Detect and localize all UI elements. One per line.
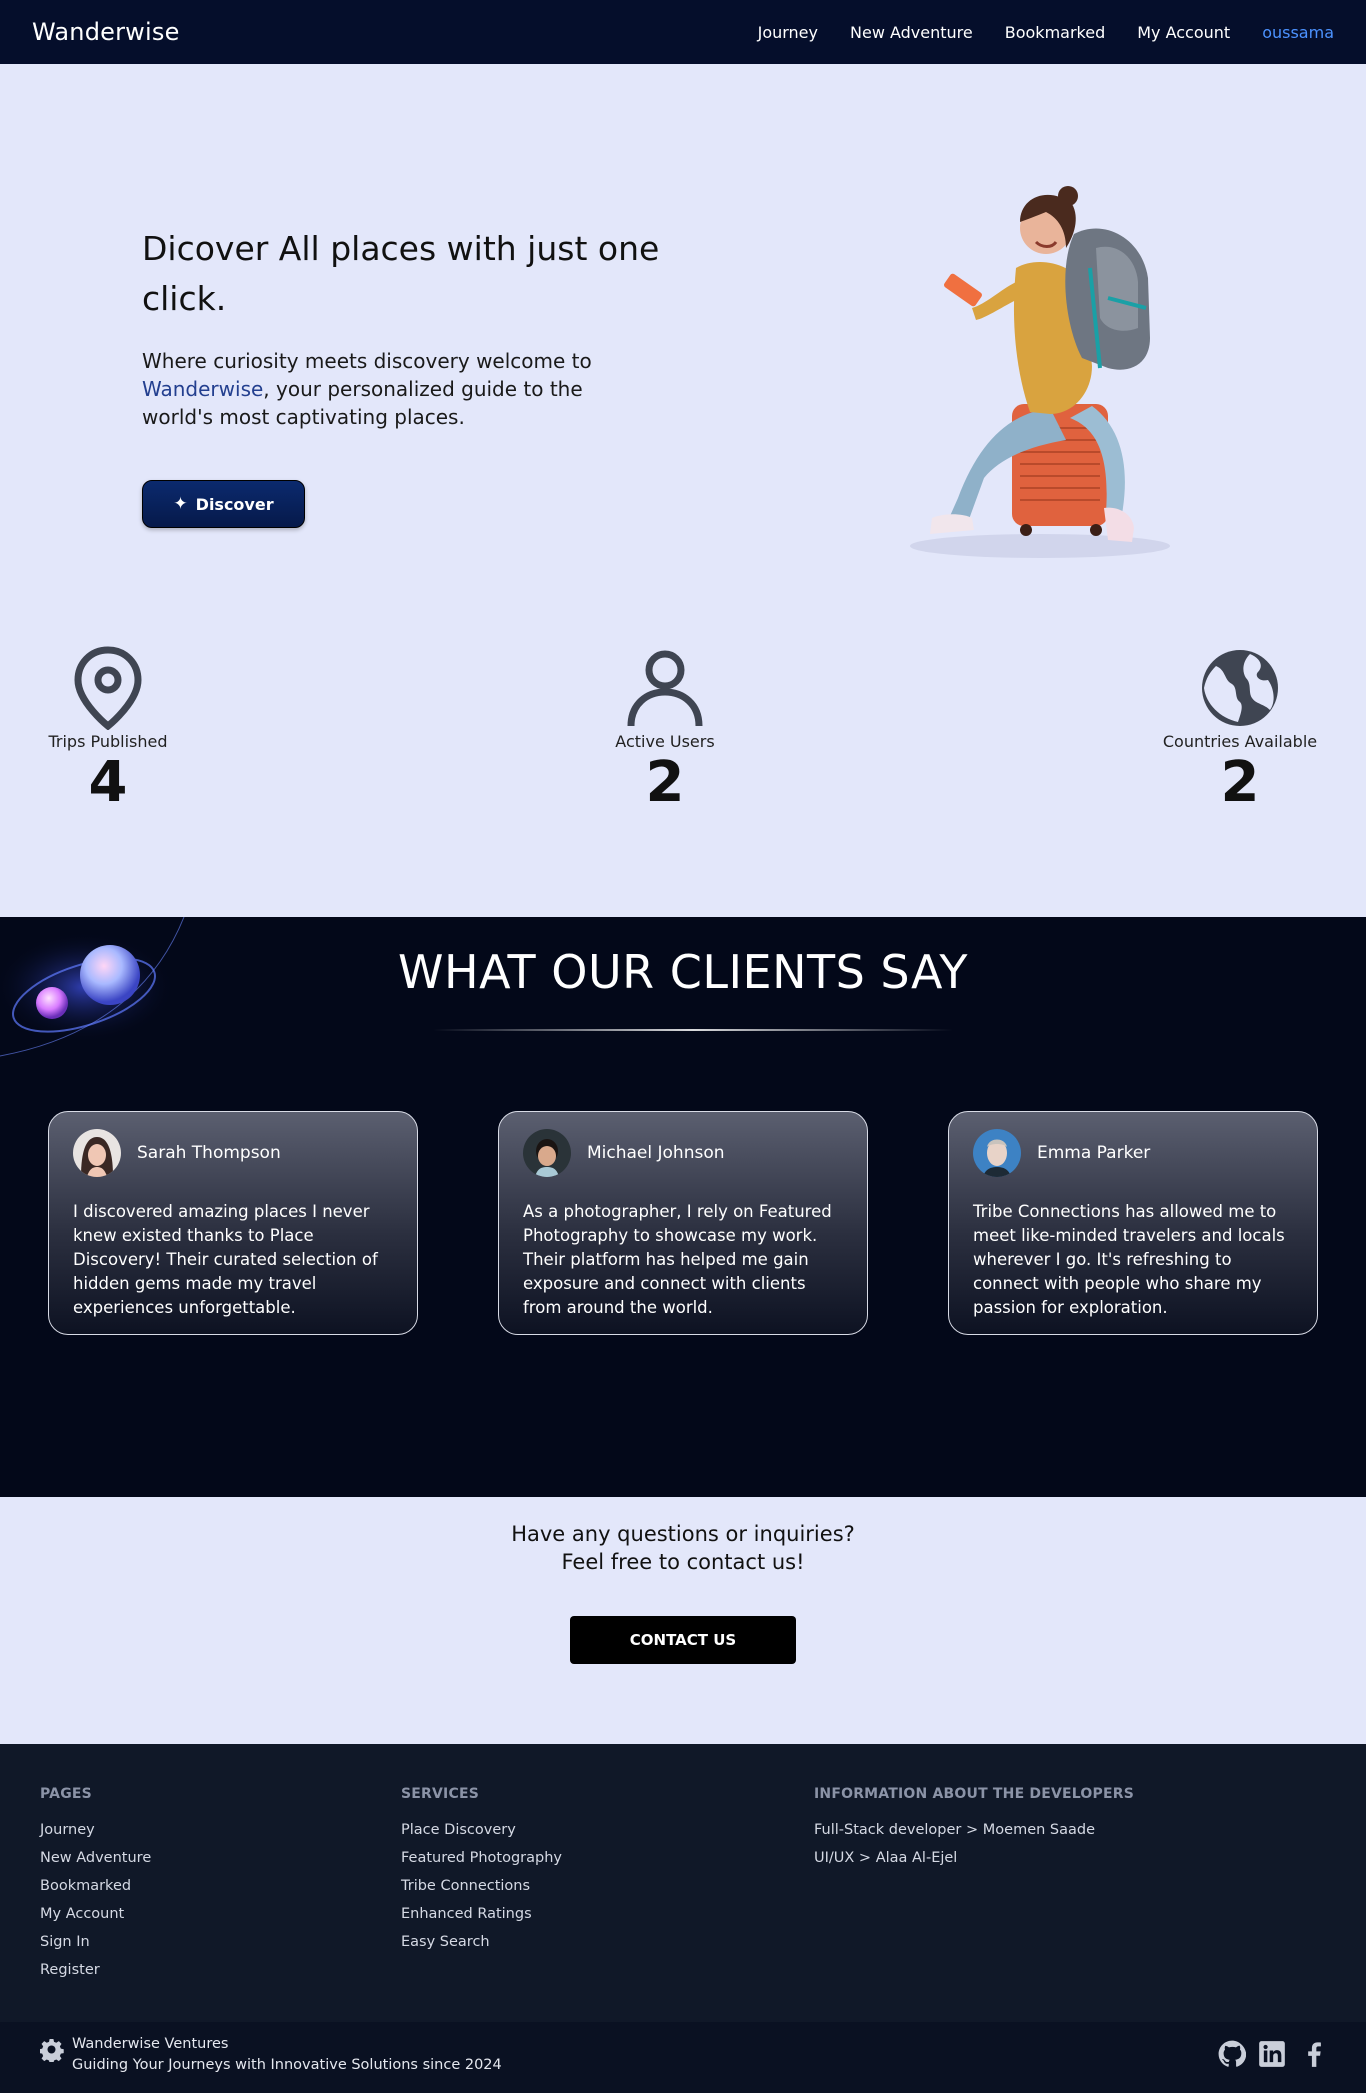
testimonials-title: WHAT OUR CLIENTS SAY (398, 945, 968, 999)
reviewer-name: Emma Parker (1037, 1143, 1151, 1163)
card-header: Michael Johnson (523, 1128, 843, 1178)
footer-link-enhanced-ratings[interactable]: Enhanced Ratings (401, 1900, 562, 1928)
hero-brand-highlight: Wanderwise (142, 377, 264, 401)
discover-button[interactable]: ✦ Discover (142, 480, 305, 528)
reviewer-name: Michael Johnson (587, 1143, 725, 1163)
user-icon (627, 650, 703, 727)
footer-link-featured-photography[interactable]: Featured Photography (401, 1844, 562, 1872)
stat-label: Trips Published (48, 732, 168, 751)
nav-link-my-account[interactable]: My Account (1137, 23, 1230, 42)
avatar (973, 1129, 1021, 1177)
stat-trips-published: Trips Published 4 (18, 646, 198, 815)
footer-heading: INFORMATION ABOUT THE DEVELOPERS (814, 1786, 1134, 1802)
footer-link-bookmarked[interactable]: Bookmarked (40, 1872, 151, 1900)
footer-dev-uiux[interactable]: UI/UX > Alaa Al-Ejel (814, 1844, 1134, 1872)
footer-link-my-account[interactable]: My Account (40, 1900, 151, 1928)
nav-username[interactable]: oussama (1262, 23, 1334, 42)
footer-link-sign-in[interactable]: Sign In (40, 1928, 151, 1956)
map-pin-icon (74, 646, 142, 730)
hero-title: Dicover All places with just one click. (142, 229, 660, 318)
footer-link-place-discovery[interactable]: Place Discovery (401, 1816, 562, 1844)
avatar (523, 1129, 571, 1177)
stat-value: 2 (1220, 750, 1260, 815)
testimonial-text: As a photographer, I rely on Featured Ph… (523, 1202, 832, 1317)
nav-link-journey[interactable]: Journey (758, 23, 818, 42)
nav-links: Journey New Adventure Bookmarked My Acco… (758, 23, 1334, 42)
testimonial-card: Sarah Thompson I discovered amazing plac… (48, 1111, 418, 1335)
hero-description: Where curiosity meets discovery welcome … (142, 347, 622, 431)
hero-text-start: Where curiosity meets discovery welcome … (142, 349, 592, 373)
company-tagline: Guiding Your Journeys with Innovative So… (72, 2057, 502, 2073)
footer-link-easy-search[interactable]: Easy Search (401, 1928, 562, 1956)
brand-logo[interactable]: Wanderwise (32, 18, 180, 46)
top-navbar: Wanderwise Journey New Adventure Bookmar… (0, 0, 1366, 64)
stat-label: Countries Available (1162, 732, 1318, 751)
facebook-icon[interactable] (1300, 2040, 1328, 2068)
linkedin-icon[interactable] (1258, 2040, 1286, 2068)
sparkle-icon: ✦ (173, 494, 188, 514)
traveler-illustration (910, 186, 1170, 558)
testimonial-card: Emma Parker Tribe Connections has allowe… (948, 1111, 1318, 1335)
reviewer-name: Sarah Thompson (137, 1143, 281, 1163)
title-divider (433, 1029, 953, 1031)
globe-icon (1202, 650, 1278, 726)
footer-dev-fullstack[interactable]: Full-Stack developer > Moemen Saade (814, 1816, 1134, 1844)
gear-logo-icon (40, 2038, 64, 2062)
footer-services-column: SERVICES Place Discovery Featured Photog… (401, 1786, 562, 1956)
nav-link-bookmarked[interactable]: Bookmarked (1005, 23, 1105, 42)
avatar (73, 1129, 121, 1177)
discover-button-label: Discover (195, 494, 274, 514)
card-header: Emma Parker (973, 1128, 1293, 1178)
nav-link-new-adventure[interactable]: New Adventure (850, 23, 973, 42)
footer-link-register[interactable]: Register (40, 1956, 151, 1984)
contact-us-button[interactable]: CONTACT US (570, 1616, 796, 1664)
testimonial-card: Michael Johnson As a photographer, I rel… (498, 1111, 868, 1335)
testimonial-text: I discovered amazing places I never knew… (73, 1202, 378, 1317)
stat-countries-available: Countries Available 2 (1150, 646, 1330, 815)
footer-heading: PAGES (40, 1786, 92, 1802)
footer-developers-column: INFORMATION ABOUT THE DEVELOPERS Full-St… (814, 1786, 1134, 1872)
card-header: Sarah Thompson (73, 1128, 393, 1178)
footer-pages-column: PAGES Journey New Adventure Bookmarked M… (40, 1786, 151, 1984)
stat-active-users: Active Users 2 (575, 646, 755, 815)
testimonial-text: Tribe Connections has allowed me to meet… (973, 1202, 1285, 1317)
contact-prompt: Have any questions or inquiries? Feel fr… (0, 1520, 1366, 1576)
footer-link-tribe-connections[interactable]: Tribe Connections (401, 1872, 562, 1900)
footer-link-new-adventure[interactable]: New Adventure (40, 1844, 151, 1872)
contact-line-1: Have any questions or inquiries? (511, 1522, 855, 1546)
stat-value: 4 (88, 750, 128, 815)
footer-heading: SERVICES (401, 1786, 479, 1802)
company-name: Wanderwise Ventures (72, 2036, 229, 2052)
footer-link-journey[interactable]: Journey (40, 1816, 151, 1844)
contact-line-2: Feel free to contact us! (561, 1550, 805, 1574)
stat-value: 2 (645, 750, 685, 815)
github-icon[interactable] (1218, 2040, 1246, 2068)
stat-label: Active Users (615, 732, 715, 751)
